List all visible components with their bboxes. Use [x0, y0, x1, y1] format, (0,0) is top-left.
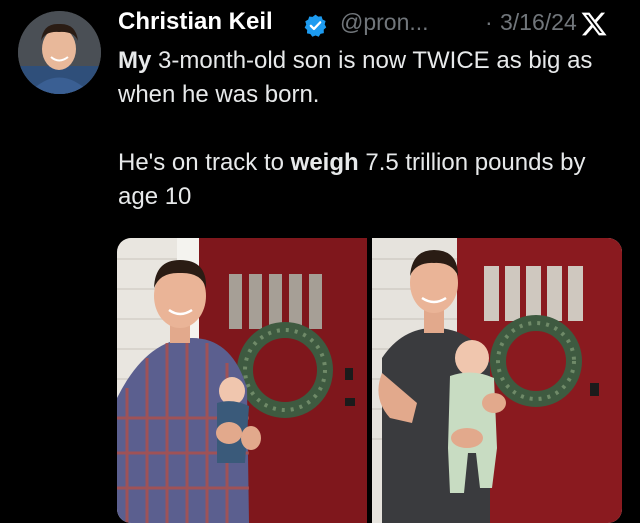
bold-my: My	[118, 47, 152, 74]
tweet-text: My 3-month-old son is now TWICE as big a…	[118, 44, 618, 214]
profile-avatar[interactable]	[18, 11, 101, 94]
media-grid	[117, 238, 622, 523]
tweet-date[interactable]: 3/16/24	[500, 9, 577, 36]
tweet-header: Christian Keil @pron... · 3/16/24	[118, 4, 618, 44]
line2-before: He's on track to	[118, 149, 291, 176]
bold-weigh: weigh	[290, 149, 359, 176]
author-handle[interactable]: @pron...	[340, 9, 429, 36]
photo-newborn[interactable]	[117, 238, 367, 523]
line1-rest: 3-month-old son is now TWICE as big as w…	[118, 47, 593, 108]
x-logo-icon	[580, 10, 608, 38]
author-name[interactable]: Christian Keil	[118, 8, 273, 36]
tweet-paragraph-2: He's on track to weigh 7.5 trillion poun…	[118, 146, 618, 214]
photo-three-months[interactable]	[372, 238, 622, 523]
verified-badge-icon	[303, 13, 328, 38]
tweet-paragraph-1: My 3-month-old son is now TWICE as big a…	[118, 44, 618, 112]
separator-dot: ·	[485, 9, 493, 35]
